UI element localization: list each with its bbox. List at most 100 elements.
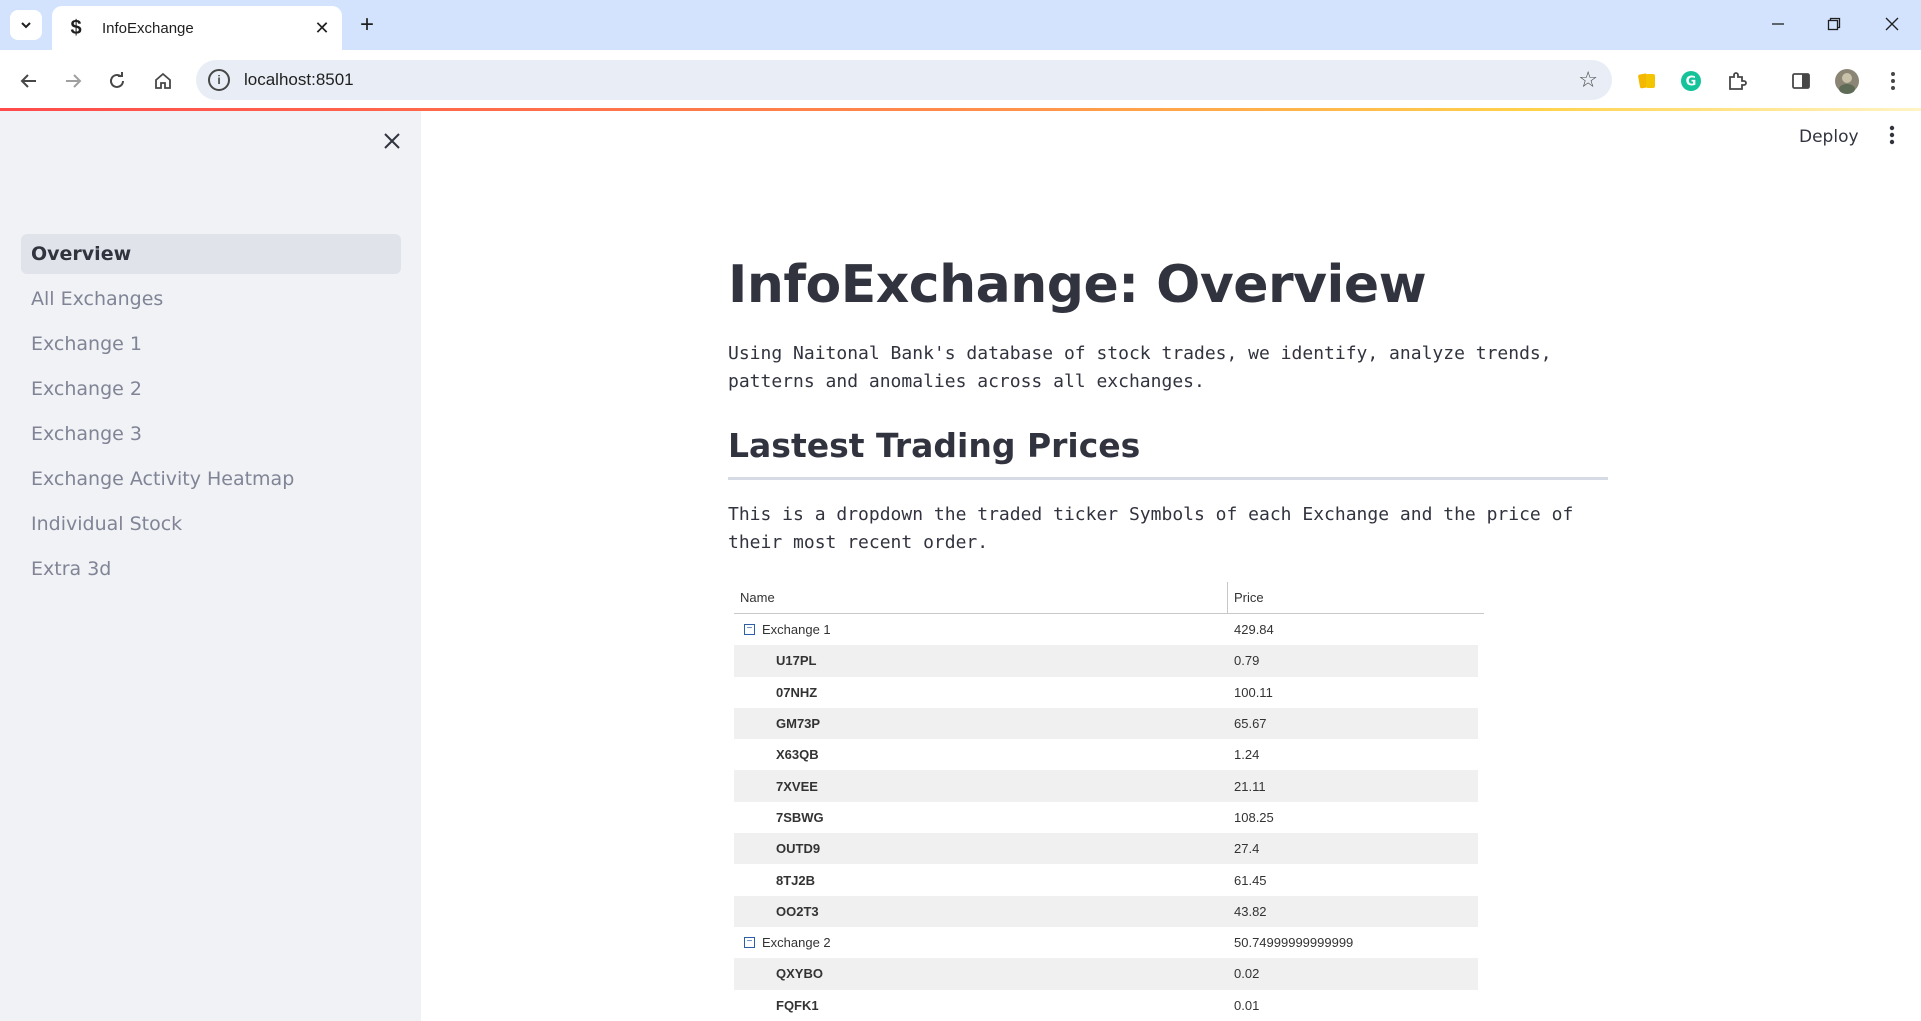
close-window-button[interactable] — [1872, 8, 1912, 40]
cell-name: 7XVEE — [734, 779, 1228, 794]
cell-name: X63QB — [734, 747, 1228, 762]
home-button[interactable] — [146, 64, 180, 98]
browser-menu-icon[interactable] — [1876, 64, 1910, 98]
ticker-symbol: OUTD9 — [776, 841, 821, 857]
page-title: InfoExchange: Overview — [728, 255, 1427, 315]
tab-search-button[interactable] — [10, 10, 42, 40]
table-row: 8TJ2B 61.45 — [734, 864, 1484, 895]
table-group-row[interactable]: − Exchange 2 50.74999999999999 — [734, 927, 1484, 958]
cell-name: 7SBWG — [734, 810, 1228, 825]
sidebar-item-exchange-1[interactable]: Exchange 1 — [21, 324, 401, 364]
app-menu-icon[interactable] — [1889, 125, 1895, 151]
table-row: U17PL 0.79 — [734, 645, 1478, 677]
main-content: Deploy InfoExchange: Overview Using Nait… — [421, 111, 1921, 1021]
cell-name: GM73P — [734, 716, 1228, 731]
home-icon — [155, 72, 171, 89]
side-panel-icon[interactable] — [1784, 64, 1818, 98]
ticker-symbol: 7XVEE — [776, 778, 818, 794]
ticker-symbol: U17PL — [776, 653, 817, 669]
cell-name: − Exchange 1 — [734, 622, 1228, 637]
forward-button[interactable] — [56, 64, 90, 98]
cell-price: 0.79 — [1234, 653, 1260, 669]
sidebar-item-exchange-3[interactable]: Exchange 3 — [21, 414, 401, 454]
cell-name: 07NHZ — [734, 685, 1228, 700]
ticker-symbol: 8TJ2B — [776, 872, 816, 888]
sidebar-item-extra-3d[interactable]: Extra 3d — [21, 549, 401, 589]
sidebar-item-exchange-2[interactable]: Exchange 2 — [21, 369, 401, 409]
chevron-down-icon — [21, 22, 31, 29]
extension-notes-icon[interactable] — [1630, 64, 1664, 98]
table-group-row[interactable]: − Exchange 1 429.84 — [734, 614, 1484, 645]
sidebar-close-button[interactable] — [378, 127, 406, 155]
sidebar-item-overview[interactable]: Overview — [21, 234, 401, 274]
address-bar[interactable]: i localhost:8501 ☆ — [196, 60, 1612, 100]
section-divider — [728, 477, 1608, 480]
bookmark-star-icon[interactable]: ☆ — [1578, 67, 1598, 93]
profile-avatar[interactable] — [1830, 64, 1864, 98]
price-tree-table: Name Price − Exchange 1 429.84 U17PL 0.79 07N… — [734, 581, 1484, 1021]
tab-close-icon[interactable]: ✕ — [312, 18, 332, 39]
cell-price: 27.4 — [1234, 841, 1260, 857]
minimize-icon — [1772, 23, 1784, 25]
ticker-symbol: QXYBO — [776, 966, 823, 982]
ticker-symbol: OO2T3 — [776, 903, 819, 919]
table-row: FQFK1 0.01 — [734, 990, 1484, 1021]
cell-name: 8TJ2B — [734, 873, 1228, 888]
exchange-name: Exchange 2 — [762, 935, 831, 951]
grammarly-icon[interactable]: G — [1674, 64, 1708, 98]
restore-button[interactable] — [1814, 8, 1854, 40]
collapse-toggle-icon[interactable]: − — [744, 937, 755, 949]
deploy-button[interactable]: Deploy — [1799, 127, 1859, 147]
close-icon — [384, 133, 400, 149]
column-header-price[interactable]: Price — [1228, 590, 1264, 605]
table-row: QXYBO 0.02 — [734, 958, 1478, 990]
cell-price: 0.02 — [1234, 966, 1260, 982]
ticker-symbol: 07NHZ — [776, 684, 818, 700]
ticker-symbol: FQFK1 — [776, 997, 819, 1013]
close-icon — [1885, 17, 1899, 31]
section-description: This is a dropdown the traded ticker Sym… — [728, 504, 1574, 553]
browser-tab[interactable]: $ InfoExchange ✕ — [52, 6, 342, 50]
arrow-right-icon — [66, 74, 82, 88]
cell-price: 0.01 — [1234, 997, 1260, 1013]
sidebar-item-individual-stock[interactable]: Individual Stock — [21, 504, 401, 544]
table-body: − Exchange 1 429.84 U17PL 0.79 07NHZ 100.11 GM7… — [734, 614, 1484, 1021]
sidebar: Overview All Exchanges Exchange 1 Exchan… — [0, 111, 421, 1021]
cell-price: 100.11 — [1234, 684, 1273, 700]
ticker-symbol: 7SBWG — [776, 809, 824, 825]
exchange-name: Exchange 1 — [762, 622, 831, 638]
svg-text:G: G — [1686, 75, 1697, 90]
column-header-name[interactable]: Name — [734, 581, 1228, 614]
cell-name: OO2T3 — [734, 904, 1228, 919]
cell-name: − Exchange 2 — [734, 935, 1228, 950]
cell-name: U17PL — [734, 653, 1228, 668]
intro-text: Using Naitonal Bank's database of stock … — [728, 343, 1552, 392]
site-info-icon[interactable]: i — [208, 69, 230, 91]
cell-name: FQFK1 — [734, 998, 1228, 1013]
table-row: OO2T3 43.82 — [734, 895, 1478, 927]
sidebar-item-exchange-activity-heatmap[interactable]: Exchange Activity Heatmap — [21, 459, 401, 499]
reload-button[interactable] — [100, 64, 134, 98]
table-row: 7XVEE 21.11 — [734, 770, 1478, 802]
cell-price: 108.25 — [1234, 809, 1274, 825]
cell-name: QXYBO — [734, 966, 1228, 981]
cell-price: 1.24 — [1234, 747, 1260, 763]
new-tab-button[interactable]: + — [352, 10, 382, 40]
restore-icon — [1827, 17, 1841, 31]
sidebar-item-all-exchanges[interactable]: All Exchanges — [21, 279, 401, 319]
extensions-puzzle-icon[interactable] — [1720, 64, 1754, 98]
collapse-toggle-icon[interactable]: − — [744, 624, 755, 636]
cell-price: 65.67 — [1234, 716, 1267, 732]
cell-price: 21.11 — [1234, 778, 1266, 794]
section-title: Lastest Trading Prices — [728, 426, 1141, 465]
back-button[interactable] — [12, 64, 46, 98]
cell-name: OUTD9 — [734, 841, 1228, 856]
minimize-button[interactable] — [1758, 8, 1798, 40]
dollar-favicon-icon: $ — [70, 16, 82, 39]
ticker-symbol: GM73P — [776, 716, 821, 732]
cell-price: 50.74999999999999 — [1234, 935, 1354, 951]
url-text[interactable]: localhost:8501 — [244, 70, 1578, 90]
table-header: Name Price — [734, 581, 1484, 614]
cell-price: 429.84 — [1234, 622, 1274, 638]
browser-tab-strip: $ InfoExchange ✕ + — [0, 0, 1921, 50]
